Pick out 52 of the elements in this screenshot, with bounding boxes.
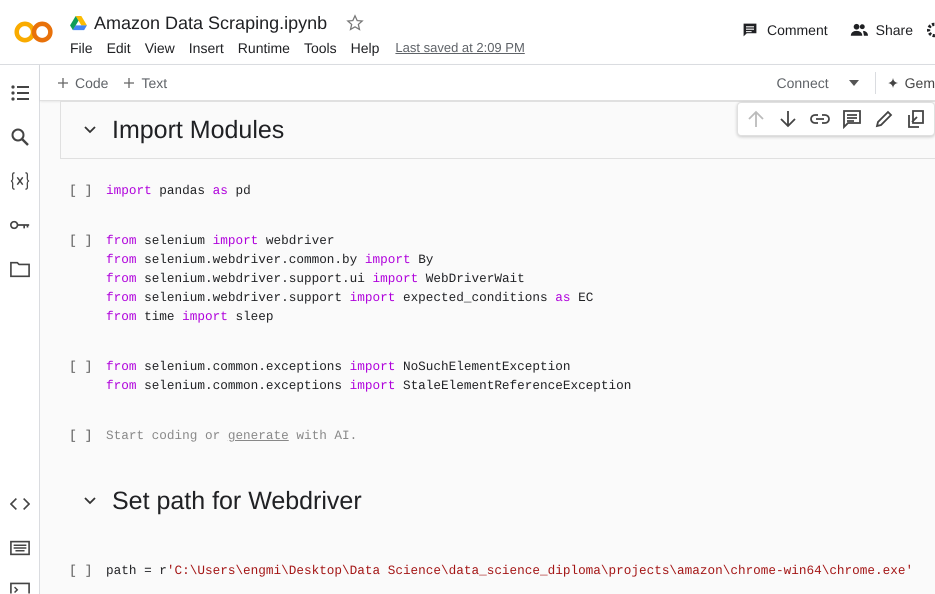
code-line: import pandas as pd bbox=[106, 182, 251, 200]
add-cell-button[interactable]: Code bbox=[54, 72, 112, 92]
chevron-icon[interactable] bbox=[84, 126, 96, 134]
chevron-icon[interactable] bbox=[84, 497, 96, 505]
star-icon[interactable] bbox=[346, 14, 364, 32]
colab-logo-icon bbox=[14, 20, 54, 44]
plus-icon bbox=[124, 78, 134, 88]
mirror-cell-icon[interactable] bbox=[906, 109, 926, 129]
comment-icon bbox=[740, 22, 759, 38]
notebook-title[interactable]: Amazon Data Scraping.ipynb bbox=[94, 12, 328, 34]
section-heading: Import Modules bbox=[112, 116, 284, 144]
down-arrow-icon[interactable] bbox=[778, 109, 798, 129]
last-saved-link[interactable]: Last saved at 2:09 PM bbox=[395, 40, 525, 55]
plus-icon bbox=[58, 78, 68, 88]
drive-icon bbox=[70, 16, 87, 30]
comment-button[interactable]: Comment bbox=[732, 20, 836, 40]
folder-icon[interactable] bbox=[10, 259, 30, 279]
run-prompt[interactable]: [ ] bbox=[40, 561, 106, 580]
keyboard-icon[interactable] bbox=[10, 538, 30, 558]
code-line: from selenium.common.exceptions import StaleElementReferenceException bbox=[106, 377, 632, 395]
menu-item[interactable]: Edit bbox=[106, 40, 131, 56]
code-line: from time import sleep bbox=[106, 308, 275, 326]
run-prompt[interactable]: [ ] bbox=[40, 357, 106, 395]
sparkle-icon bbox=[888, 78, 898, 88]
run-prompt[interactable]: [ ] bbox=[40, 426, 106, 445]
search-icon[interactable] bbox=[10, 127, 30, 147]
code-line: from selenium import webdriver bbox=[106, 232, 336, 250]
code-line: from selenium.webdriver.support import expected_conditions as EC bbox=[106, 289, 594, 307]
run-prompt[interactable]: [ ] bbox=[40, 181, 106, 200]
menu-item[interactable]: File bbox=[70, 40, 93, 56]
gemini-button[interactable]: Gem bbox=[884, 72, 935, 92]
code-line: from selenium.webdriver.support.ui import WebDriverWait bbox=[106, 270, 526, 288]
section-heading: Set path for Webdriver bbox=[112, 486, 362, 516]
run-prompt[interactable]: [ ] bbox=[40, 231, 106, 326]
menu-item[interactable]: View bbox=[144, 40, 175, 56]
code-line: from selenium.webdriver.common.by import By bbox=[106, 251, 434, 269]
menu-item[interactable]: Runtime bbox=[238, 40, 290, 56]
menu-item[interactable]: Tools bbox=[304, 40, 337, 56]
people-icon bbox=[850, 22, 868, 38]
comment-icon[interactable] bbox=[842, 109, 862, 129]
add-cell-button[interactable]: Text bbox=[120, 72, 172, 92]
pencil-icon[interactable] bbox=[874, 109, 894, 129]
code-line: path = r'C:\Users\engmi\Desktop\Data Science\data_science_diploma\projects\amazon\chrome-win64\chrome.exe' bbox=[106, 562, 914, 580]
menu-item[interactable]: Help bbox=[350, 40, 380, 56]
table-of-contents-icon[interactable] bbox=[10, 83, 30, 103]
share-button[interactable]: Share bbox=[842, 20, 921, 40]
variables-icon[interactable] bbox=[10, 171, 30, 191]
caret-icon[interactable] bbox=[848, 80, 859, 86]
connect-button[interactable]: Connect bbox=[772, 72, 833, 92]
menu-item[interactable]: Insert bbox=[188, 40, 224, 56]
terminal-icon[interactable] bbox=[10, 582, 30, 594]
code-line: from selenium.common.exceptions import NoSuchElementException bbox=[106, 358, 572, 376]
